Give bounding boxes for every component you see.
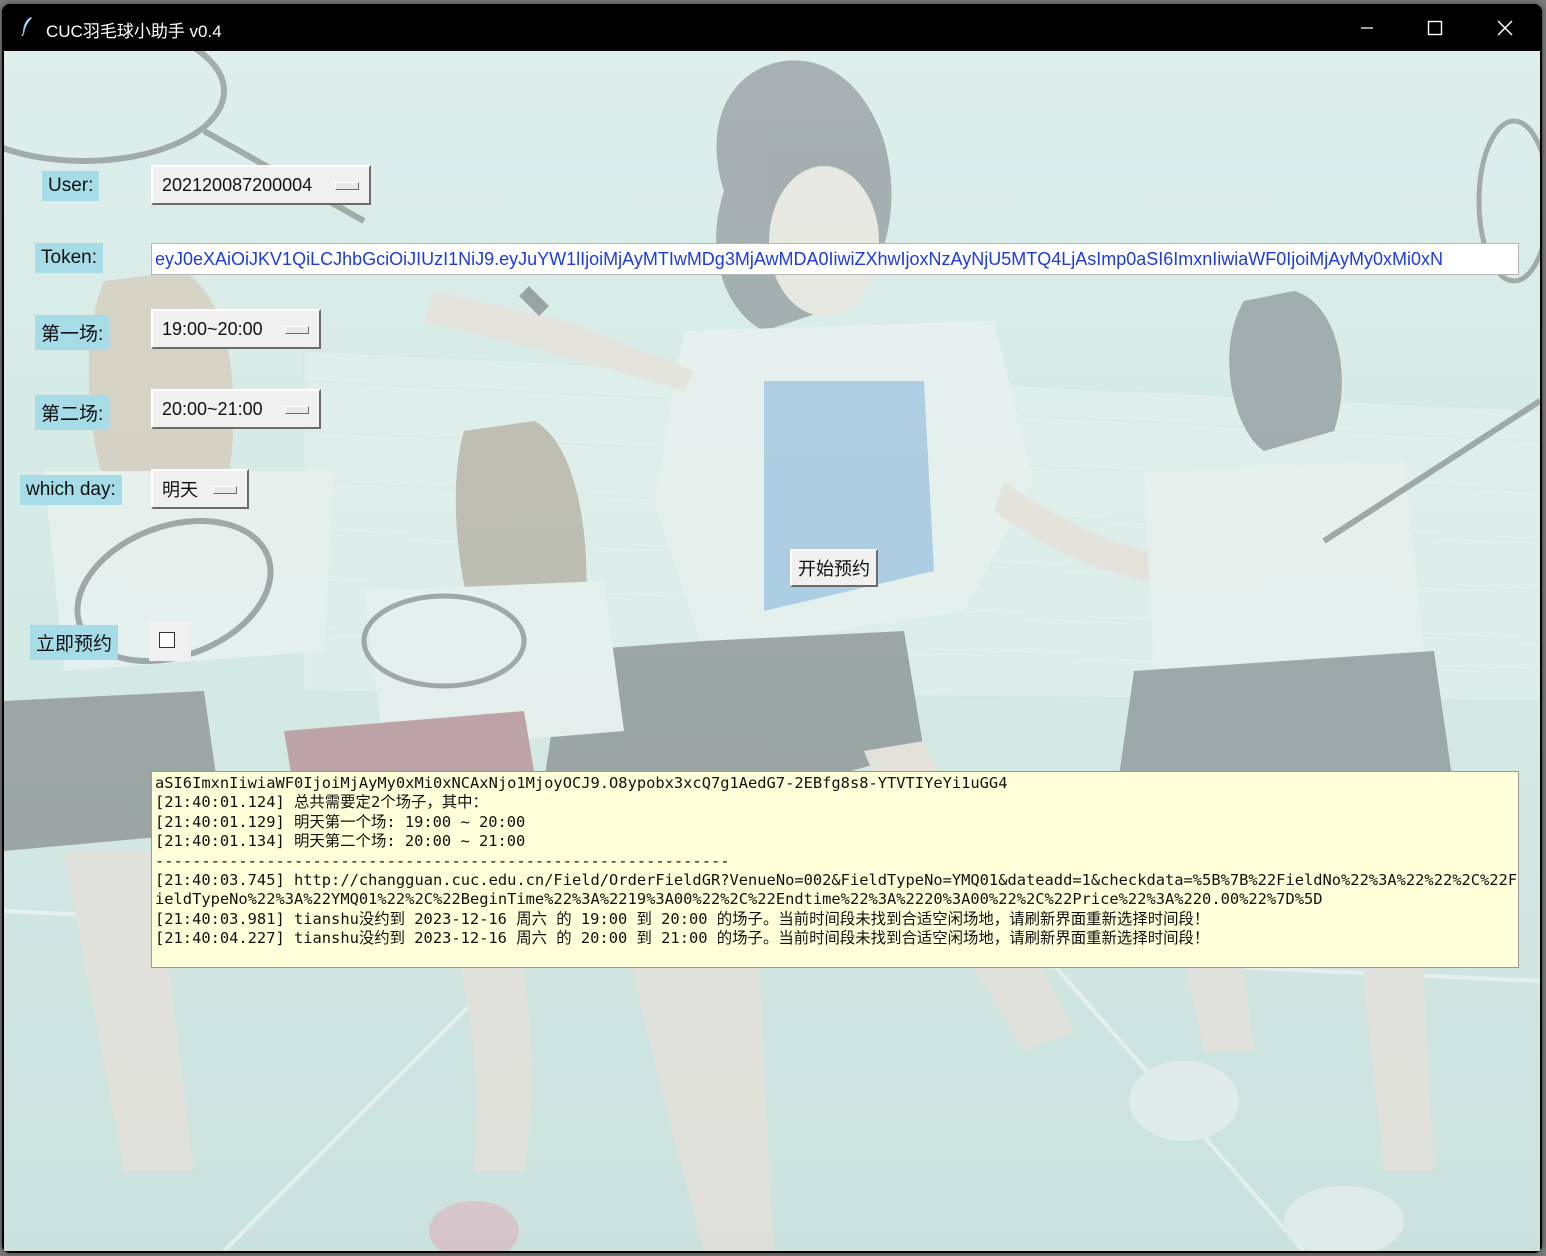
log-line: [21:40:03.981] tianshu没约到 2023-12-16 周六 …: [155, 909, 1210, 928]
log-line: [21:40:01.134] 明天第二个场: 20:00 ~ 21:00: [155, 832, 526, 851]
immediate-booking-label: 立即预约: [30, 625, 119, 660]
log-line: [21:40:04.227] tianshu没约到 2023-12-16 周六 …: [155, 929, 1210, 948]
start-booking-button[interactable]: 开始预约: [790, 549, 878, 587]
log-line: [21:40:03.745] http://changguan.cuc.edu.…: [155, 871, 1518, 909]
slot2-label: 第二场:: [35, 395, 110, 430]
day-label: which day:: [20, 475, 122, 505]
user-select[interactable]: 202120087200004: [151, 165, 371, 205]
user-select-value: 202120087200004: [162, 174, 313, 195]
maximize-icon: [1427, 20, 1443, 35]
slot2-select-value: 20:00~21:00: [162, 398, 263, 419]
log-line: aSI6ImxnIiwiaWF0IjoiMjAyMy0xMi0xNCAxNjo1…: [155, 774, 1008, 792]
main-panel: User: 202120087200004 Token: eyJ0eXAiOiJ…: [4, 51, 1540, 1251]
day-select-value: 明天: [162, 480, 198, 500]
window-title: CUC羽毛球小助手 v0.4: [46, 22, 222, 41]
minimize-icon: [1361, 26, 1373, 29]
token-input[interactable]: eyJ0eXAiOiJKV1QiLCJhbGciOiJIUzI1NiJ9.eyJ…: [151, 243, 1519, 275]
log-output[interactable]: aSI6ImxnIiwiaWF0IjoiMjAyMy0xMi0xNCAxNjo1…: [151, 771, 1519, 968]
slot2-select[interactable]: 20:00~21:00: [151, 389, 321, 429]
token-label: Token:: [35, 243, 103, 273]
immediate-booking-checkbox-wrap[interactable]: [149, 621, 191, 661]
immediate-booking-checkbox[interactable]: [159, 632, 175, 648]
title-bar[interactable]: CUC羽毛球小助手 v0.4: [2, 4, 1542, 51]
app-window: CUC羽毛球小助手 v0.4 User: 202120087200004 Tok…: [2, 4, 1542, 1253]
badminton-background-illustration: [4, 51, 1540, 1251]
log-line: [21:40:01.129] 明天第一个场: 19:00 ~ 20:00: [155, 812, 526, 831]
log-line: [21:40:01.124] 总共需要定2个场子，其中：: [155, 793, 488, 812]
dropdown-arrow-icon: [285, 326, 309, 334]
user-label: User:: [42, 171, 100, 201]
close-button[interactable]: [1470, 4, 1540, 51]
feather-icon: [21, 17, 32, 36]
maximize-button[interactable]: [1400, 4, 1470, 51]
dropdown-arrow-icon: [285, 406, 309, 414]
slot1-label: 第一场:: [35, 315, 110, 350]
slot1-select-value: 19:00~20:00: [162, 318, 263, 339]
slot1-select[interactable]: 19:00~20:00: [151, 309, 321, 349]
log-separator: ----------------------------------------…: [155, 851, 730, 870]
minimize-button[interactable]: [1332, 4, 1402, 51]
dropdown-arrow-icon: [335, 182, 359, 190]
day-select[interactable]: 明天: [151, 469, 249, 509]
dropdown-arrow-icon: [213, 486, 237, 494]
close-icon: [1497, 19, 1513, 36]
